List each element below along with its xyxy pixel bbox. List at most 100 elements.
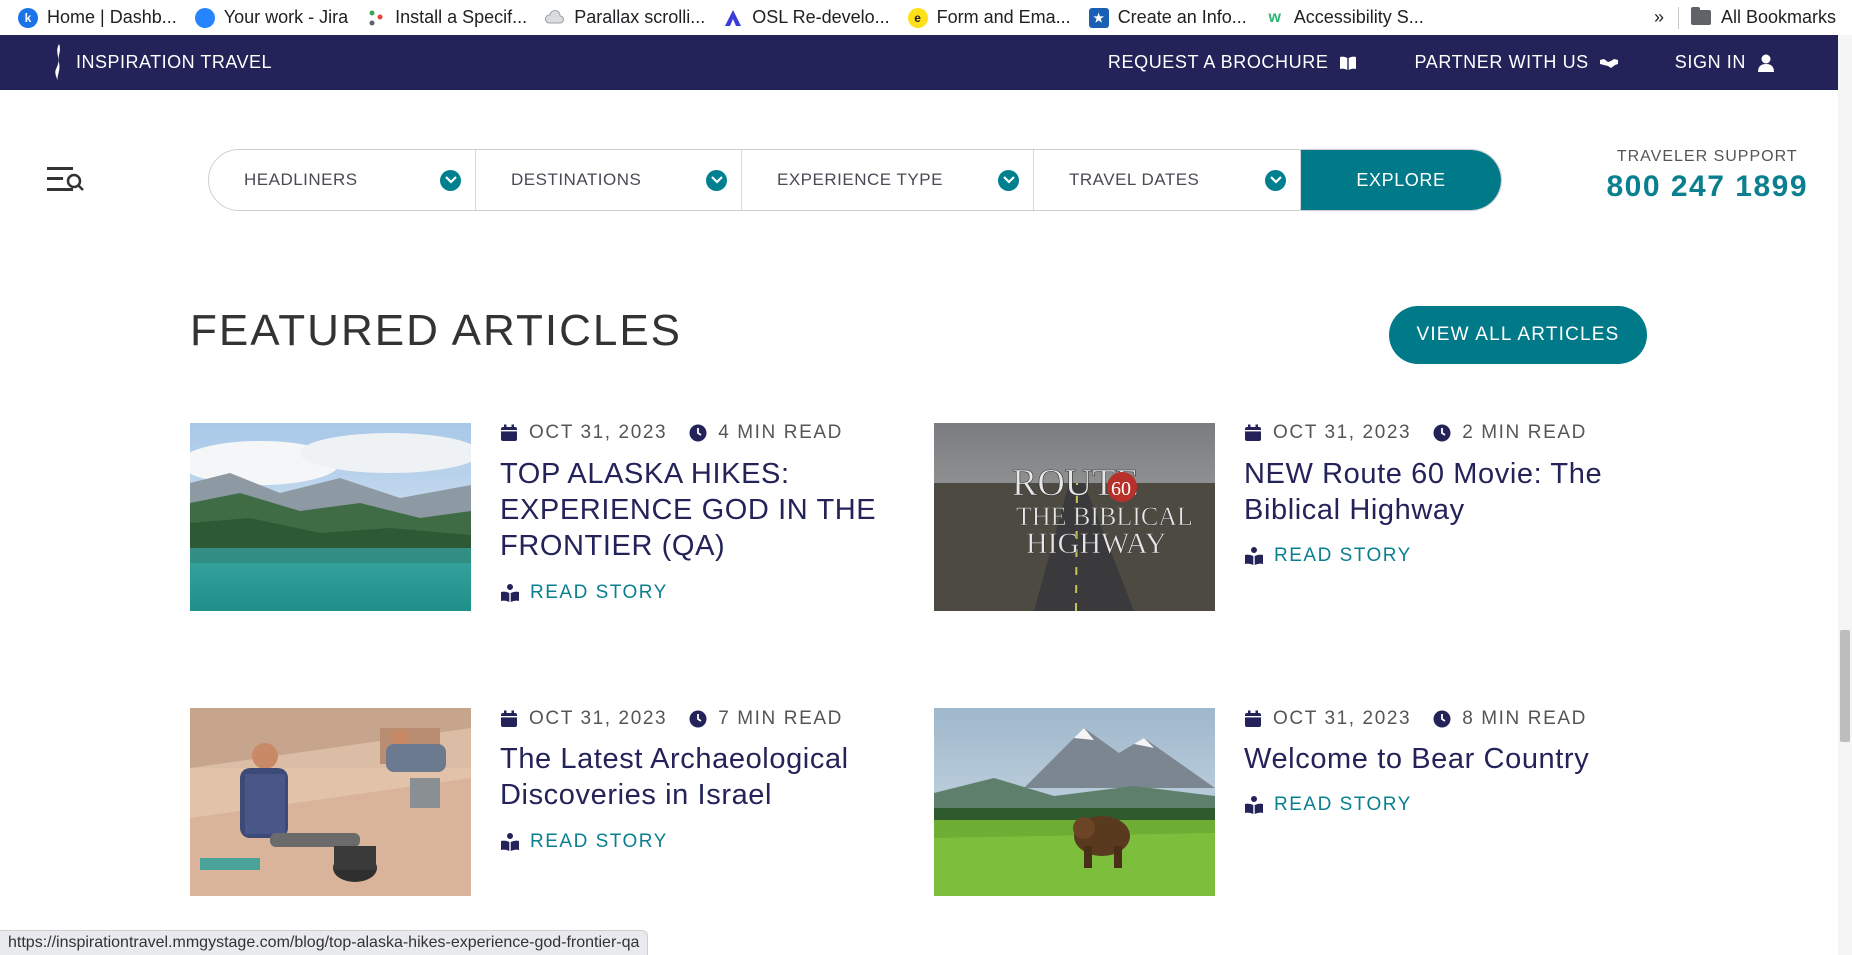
read-story-link[interactable]: READ STORY (500, 582, 668, 604)
menu-search-icon[interactable] (46, 165, 86, 195)
read-story-label: READ STORY (1274, 794, 1412, 815)
bookmark-label: Parallax scrolli... (574, 7, 706, 27)
cloud-icon (545, 8, 565, 28)
page-scrollbar[interactable] (1838, 35, 1852, 955)
sign-in-link[interactable]: SIGN IN (1675, 52, 1776, 73)
w-icon: w (1268, 8, 1281, 26)
handshake-icon (1599, 58, 1618, 68)
calendar-icon (1245, 710, 1261, 727)
triangle-icon (723, 8, 743, 28)
clock-icon (1433, 424, 1451, 442)
article-read-time: 4 MIN READ (718, 422, 843, 443)
article-image-bear[interactable] (934, 708, 1215, 896)
article-meta: OCT 31, 2023 8 MIN READ (1244, 708, 1587, 730)
title-line: The Latest Archaeological (500, 743, 849, 775)
bookmark-label: Form and Ema... (936, 7, 1071, 27)
bookmark-osl[interactable]: OSL Re-develo... (717, 0, 901, 35)
all-bookmarks-button[interactable]: All Bookmarks (1721, 7, 1852, 28)
article-meta: OCT 31, 2023 4 MIN READ (500, 422, 843, 444)
route60-highway-text: HIGHWAY (1026, 527, 1167, 560)
request-brochure-link[interactable]: REQUEST A BROCHURE (1108, 52, 1359, 73)
reader-icon (1245, 547, 1263, 565)
chevron-down-icon (440, 169, 461, 191)
bookmark-parallax[interactable]: Parallax scrolli... (539, 0, 717, 35)
folder-icon (1690, 7, 1711, 25)
bookmark-install[interactable]: Install a Specif... (360, 0, 539, 35)
bookmark-jira[interactable]: Your work - Jira (189, 0, 360, 35)
article-title-link[interactable]: The Latest Archaeological Discoveries in… (500, 741, 900, 813)
reader-icon (1245, 796, 1263, 814)
partner-label: PARTNER WITH US (1414, 52, 1589, 72)
article-date: OCT 31, 2023 (1273, 708, 1412, 729)
read-story-link[interactable]: READ STORY (500, 831, 668, 853)
article-image-alaska[interactable] (190, 423, 471, 611)
bookmark-label: Home | Dashb... (47, 7, 177, 27)
explore-button[interactable]: EXPLORE (1301, 150, 1501, 210)
article-title-link[interactable]: NEW Route 60 Movie: The Biblical Highway (1244, 456, 1644, 528)
experience-type-label: EXPERIENCE TYPE (777, 170, 943, 189)
destinations-label: DESTINATIONS (511, 170, 642, 189)
site-header: INSPIRATION TRAVEL REQUEST A BROCHURE PA… (0, 35, 1838, 90)
star-badge-icon: ★ (1088, 7, 1109, 28)
archaeology-image (190, 708, 471, 896)
travel-dates-dropdown[interactable]: TRAVEL DATES (1034, 150, 1301, 210)
route60-number-text: 60 (1111, 478, 1131, 500)
title-line: EXPERIENCE GOD IN THE (500, 494, 877, 526)
read-story-label: READ STORY (1274, 545, 1412, 566)
partner-link[interactable]: PARTNER WITH US (1414, 52, 1618, 73)
reader-icon (501, 584, 519, 602)
article-image-route60[interactable]: ROUTE 60 THE BIBLICAL HIGHWAY (934, 423, 1215, 611)
chevron-down-icon (706, 169, 727, 191)
travel-dates-label: TRAVEL DATES (1069, 170, 1200, 189)
divider (1677, 6, 1679, 29)
alaska-lake-image (190, 423, 471, 611)
destinations-dropdown[interactable]: DESTINATIONS (476, 150, 742, 210)
title-line: TOP ALASKA HIKES: (500, 458, 790, 490)
site-logo[interactable]: INSPIRATION TRAVEL (52, 43, 272, 83)
read-story-label: READ STORY (530, 582, 668, 603)
title-line: Discoveries in Israel (500, 779, 773, 811)
traveler-support: TRAVELER SUPPORT 800 247 1899 (1606, 148, 1808, 204)
support-phone-link[interactable]: 800 247 1899 (1606, 170, 1808, 204)
read-story-link[interactable]: READ STORY (1244, 545, 1412, 567)
read-story-link[interactable]: READ STORY (1244, 794, 1412, 816)
brand-name: INSPIRATION TRAVEL (76, 52, 273, 72)
article-date: OCT 31, 2023 (529, 422, 668, 443)
experience-type-dropdown[interactable]: EXPERIENCE TYPE (742, 150, 1034, 210)
bookmarks-bar: k Home | Dashb... Your work - Jira Insta… (0, 0, 1852, 35)
article-title-link[interactable]: TOP ALASKA HIKES: EXPERIENCE GOD IN THE … (500, 456, 900, 564)
request-brochure-label: REQUEST A BROCHURE (1107, 52, 1329, 72)
article-read-time: 7 MIN READ (718, 708, 843, 729)
dots-icon (366, 8, 386, 28)
title-line: FRONTIER (QA) (500, 530, 726, 562)
clock-icon (689, 710, 707, 728)
bookmark-form-email[interactable]: e Form and Ema... (902, 0, 1083, 35)
featured-articles-heading: FEATURED ARTICLES (190, 306, 683, 355)
sign-in-label: SIGN IN (1674, 52, 1746, 72)
user-icon (1758, 54, 1774, 72)
bear-meadow-image (934, 708, 1215, 896)
bookmark-label: OSL Re-develo... (752, 7, 890, 27)
mailchimp-icon: e (907, 7, 928, 28)
view-all-articles-button[interactable]: VIEW ALL ARTICLES (1389, 306, 1647, 364)
article-image-archaeology[interactable] (190, 708, 471, 896)
bookmark-create-info[interactable]: ★ Create an Info... (1083, 0, 1259, 35)
title-line: NEW Route 60 Movie: The (1244, 458, 1603, 490)
title-line: Biblical Highway (1244, 494, 1465, 526)
link-status-bar: https://inspirationtravel.mmgystage.com/… (0, 930, 649, 955)
bookmark-label: Accessibility S... (1293, 7, 1424, 27)
article-title-link[interactable]: Welcome to Bear Country (1244, 741, 1664, 777)
article-read-time: 8 MIN READ (1462, 708, 1587, 729)
bookmarks-overflow-button[interactable]: » (1640, 7, 1678, 28)
scrollbar-thumb[interactable] (1840, 630, 1850, 742)
headliners-dropdown[interactable]: HEADLINERS (209, 150, 476, 210)
article-date: OCT 31, 2023 (529, 708, 668, 729)
calendar-icon (1245, 424, 1261, 441)
article-read-time: 2 MIN READ (1462, 422, 1587, 443)
bookmark-home-dashboard[interactable]: k Home | Dashb... (12, 0, 189, 35)
blue-circle-icon (194, 7, 215, 28)
title-line: Welcome to Bear Country (1244, 743, 1590, 775)
support-label: TRAVELER SUPPORT (1616, 148, 1798, 165)
clock-icon (689, 424, 707, 442)
bookmark-accessibility[interactable]: w Accessibility S... (1259, 0, 1436, 35)
